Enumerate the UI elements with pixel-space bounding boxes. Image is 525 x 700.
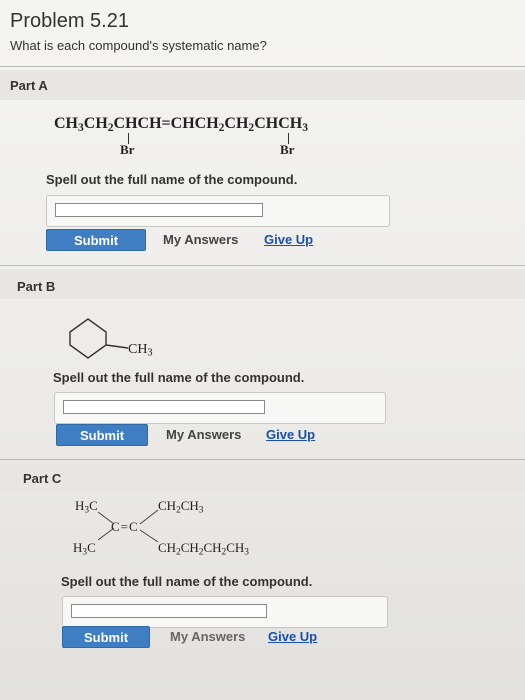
bromo-substituent-2: Br (280, 142, 295, 157)
part-c-my-answers-link[interactable]: My Answers (170, 629, 245, 644)
part-a-label: Part A (10, 78, 48, 93)
part-b-label: Part B (17, 279, 56, 294)
part-a-my-answers-link[interactable]: My Answers (163, 232, 238, 247)
part-c-prompt: Spell out the full name of the compound. (61, 574, 313, 589)
part-b-answer-input[interactable] (63, 400, 265, 414)
part-c-answer-input[interactable] (71, 604, 267, 618)
part-a-give-up-link[interactable]: Give Up (264, 232, 313, 247)
part-c-bond-lines (97, 509, 159, 543)
part-a-prompt: Spell out the full name of the compound. (46, 172, 298, 187)
part-a-header[interactable] (0, 70, 525, 100)
part-a-answer-input[interactable] (55, 203, 263, 217)
part-b-my-answers-link[interactable]: My Answers (166, 427, 241, 442)
part-c-give-up-link[interactable]: Give Up (268, 629, 317, 644)
part-b-answer-box (54, 392, 386, 424)
part-a-formula: CH3CH2CHCH=CHCH2CH2CHCH3 (54, 115, 308, 134)
question-text: What is each compound's systematic name? (10, 38, 267, 53)
part-a-answer-box (46, 195, 390, 227)
part-c-submit-button[interactable]: Submit (62, 626, 150, 648)
divider (0, 459, 525, 460)
part-c-answer-box (62, 596, 388, 628)
part-a-submit-button[interactable]: Submit (46, 229, 146, 251)
part-b-submit-button[interactable]: Submit (56, 424, 148, 446)
part-c-label: Part C (23, 471, 62, 486)
divider (0, 66, 525, 67)
page-title: Problem 5.21 (10, 10, 129, 32)
part-b-methyl-group: CH3 (128, 342, 153, 359)
part-b-prompt: Spell out the full name of the compound. (53, 370, 305, 385)
problem-page: Problem 5.21 What is each compound's sys… (0, 0, 525, 700)
part-c-header[interactable] (0, 463, 525, 493)
bromo-substituent-1: Br (120, 142, 135, 157)
part-b-give-up-link[interactable]: Give Up (266, 427, 315, 442)
part-b-header[interactable] (0, 269, 525, 299)
divider (0, 265, 525, 266)
